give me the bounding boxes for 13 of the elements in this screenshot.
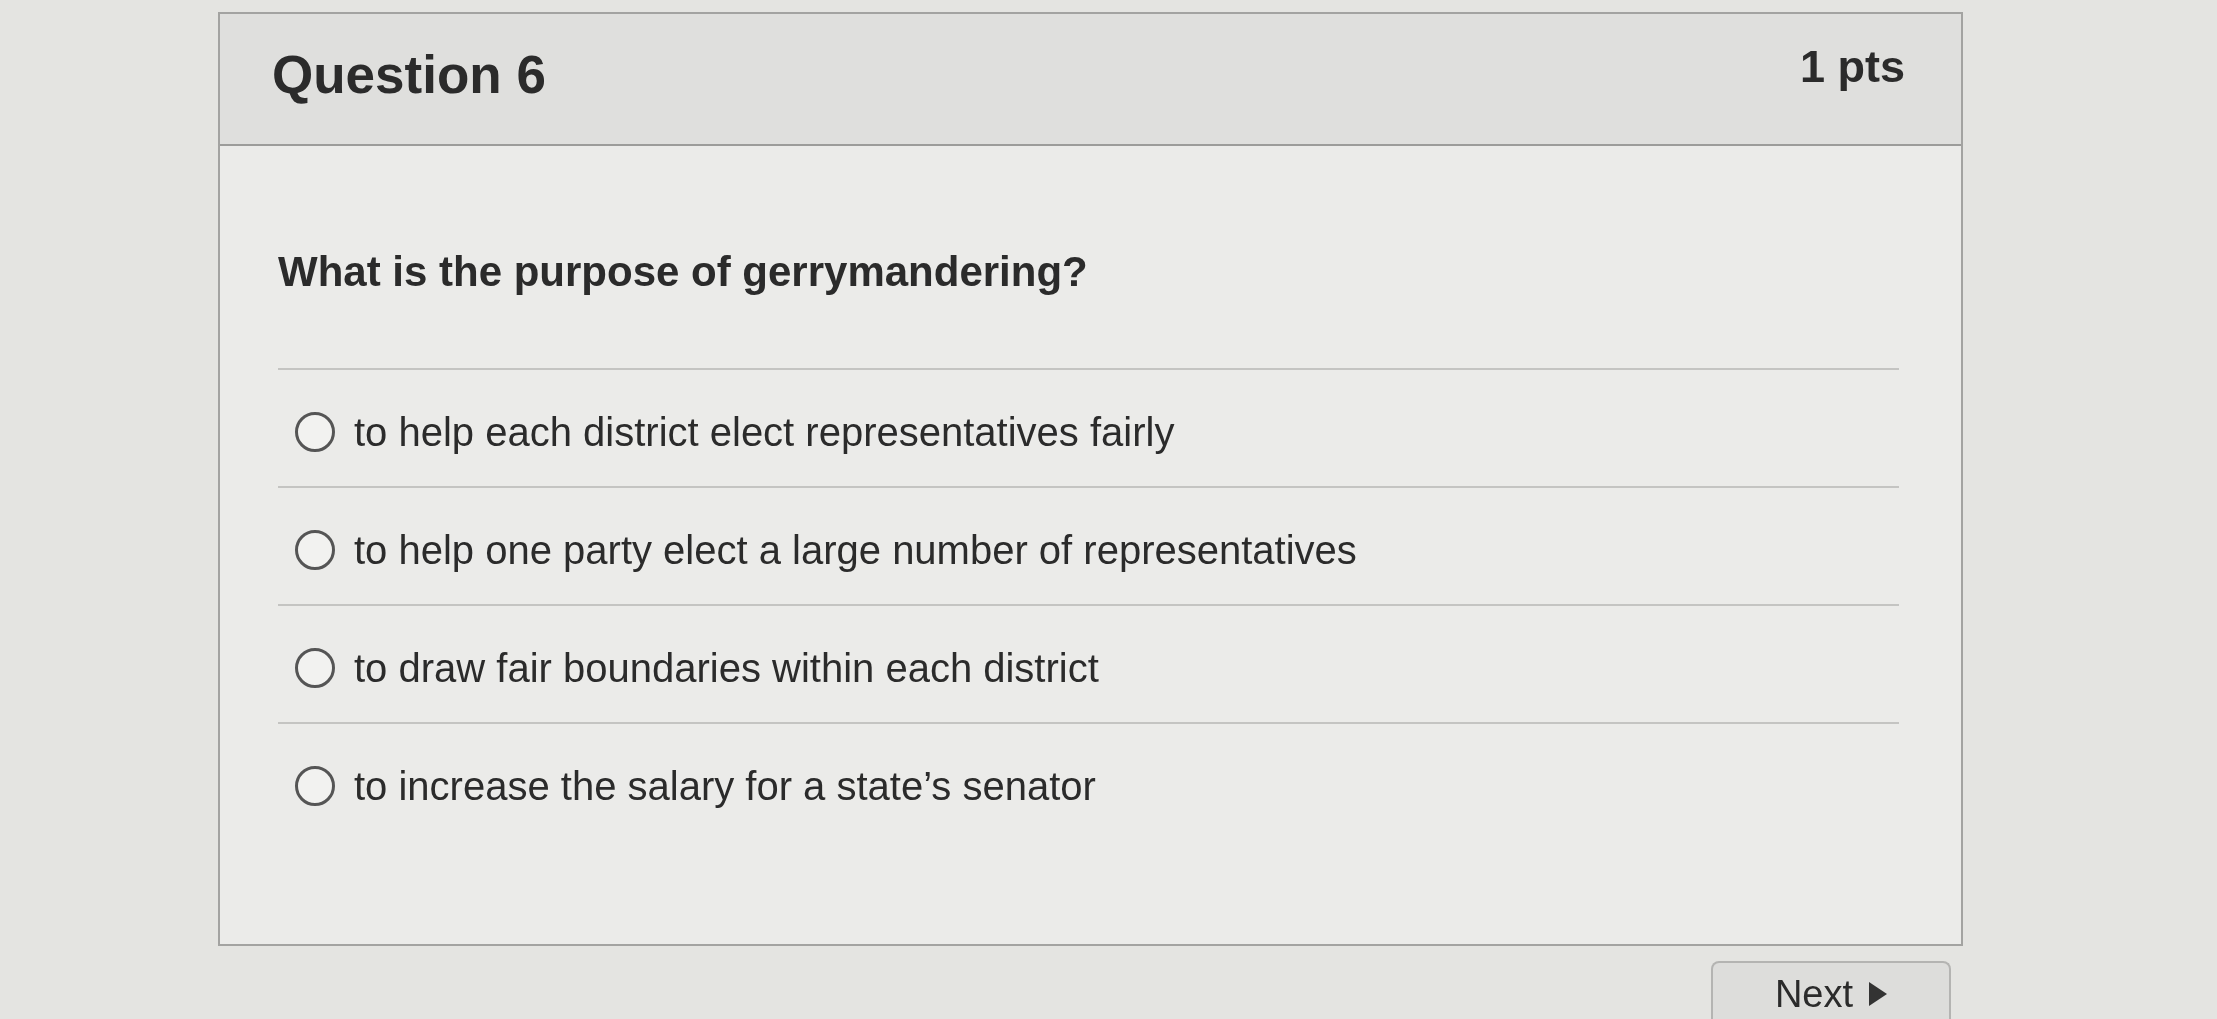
points-label: 1 pts: [1799, 41, 1905, 93]
radio-button[interactable]: [294, 529, 336, 571]
radio-button[interactable]: [294, 647, 336, 689]
answer-option[interactable]: to increase the salary for a state’s senator: [354, 764, 1096, 808]
answer-option[interactable]: to help one party elect a large number of representatives: [354, 528, 1357, 572]
next-button[interactable]: Next: [1711, 961, 1951, 1019]
radio-button[interactable]: [294, 765, 336, 807]
question-text: What is the purpose of gerrymandering?: [278, 248, 1088, 296]
answer-option[interactable]: to help each district elect representatives fairly: [354, 410, 1175, 454]
caret-icon: [1869, 982, 1888, 1006]
radio-button[interactable]: [294, 411, 336, 453]
answer-option[interactable]: to draw fair boundaries within each district: [354, 646, 1099, 690]
question-title: Question 6: [272, 43, 546, 105]
